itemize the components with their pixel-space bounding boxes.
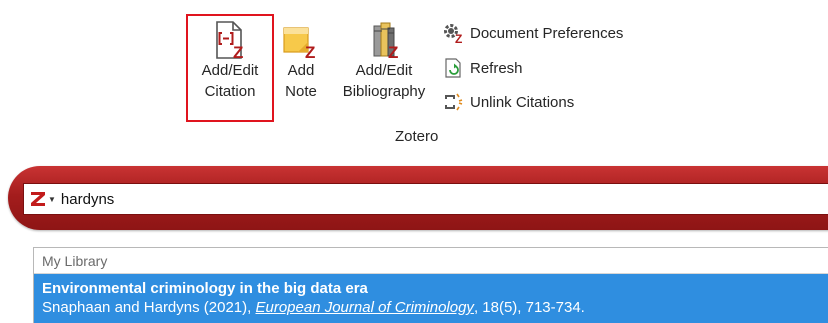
- svg-text:Z: Z: [233, 43, 243, 60]
- svg-text:Z: Z: [305, 43, 315, 60]
- add-note-label-1: Add: [287, 62, 315, 79]
- unlink-citations-button[interactable]: Unlink Citations: [442, 91, 574, 113]
- document-citation-icon: Z: [216, 21, 243, 60]
- citation-search-field[interactable]: ▼ hardyns: [23, 183, 828, 215]
- refresh-icon: [445, 58, 461, 78]
- zotero-menu-button[interactable]: ▼: [30, 191, 61, 207]
- add-edit-bibliography-button[interactable]: Z Add/Edit Bibliography: [330, 14, 438, 102]
- add-note-label-2: Note: [285, 83, 317, 100]
- result-citation: Snaphaan and Hardyns (2021), European Jo…: [42, 298, 828, 318]
- add-edit-citation-label-1: Add/Edit: [201, 62, 259, 79]
- add-edit-citation-label-2: Citation: [204, 83, 256, 100]
- zotero-z-icon: [31, 192, 45, 206]
- note-icon: Z: [283, 27, 315, 60]
- add-edit-citation-button[interactable]: Z Add/Edit Citation: [186, 14, 274, 122]
- document-preferences-button[interactable]: Z Document Preferences: [442, 22, 623, 44]
- zotero-ribbon-group: Z Add/Edit Citation Z Add Note Z Add/Edi…: [0, 0, 828, 150]
- unlink-icon: [445, 93, 463, 111]
- refresh-button[interactable]: Refresh: [442, 57, 523, 79]
- gear-icon: Z: [444, 24, 462, 44]
- svg-text:Z: Z: [455, 32, 462, 44]
- result-item[interactable]: Environmental criminology in the big dat…: [34, 274, 828, 323]
- books-icon: Z: [373, 22, 398, 60]
- citation-search-text: hardyns: [60, 190, 115, 208]
- add-edit-bibliography-label-1: Add/Edit: [355, 62, 413, 79]
- add-edit-bibliography-label-2: Bibliography: [342, 83, 426, 100]
- search-results-panel: My Library Environmental criminology in …: [33, 247, 828, 323]
- refresh-label: Refresh: [470, 59, 523, 77]
- chevron-down-icon: ▼: [48, 194, 56, 204]
- add-note-button[interactable]: Z Add Note: [278, 14, 324, 102]
- result-volume-pages: , 18(5), 713-734.: [473, 299, 585, 316]
- result-journal: European Journal of Criminology: [255, 299, 474, 316]
- document-preferences-label: Document Preferences: [470, 24, 624, 42]
- unlink-citations-label: Unlink Citations: [470, 93, 575, 111]
- ribbon-group-label: Zotero: [395, 128, 439, 145]
- library-section-header: My Library: [34, 248, 828, 274]
- result-title: Environmental criminology in the big dat…: [42, 280, 368, 297]
- result-authors-year: Snaphaan and Hardyns (2021),: [42, 299, 256, 316]
- svg-text:Z: Z: [388, 43, 398, 60]
